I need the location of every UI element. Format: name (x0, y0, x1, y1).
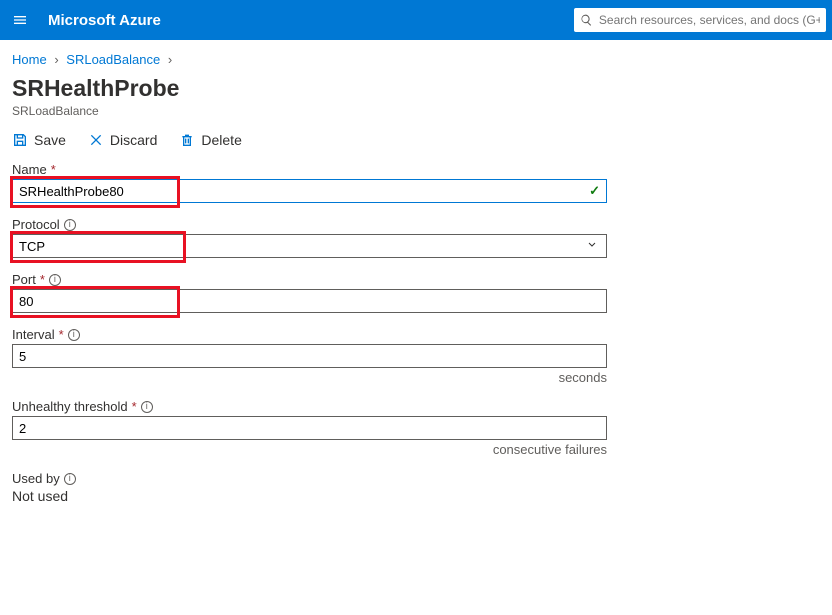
required-indicator: * (51, 162, 56, 177)
breadcrumb: Home › SRLoadBalance › (0, 40, 832, 75)
threshold-input-wrap[interactable] (12, 416, 607, 440)
search-icon (580, 13, 593, 27)
protocol-select-wrap[interactable]: TCP (12, 234, 607, 258)
top-bar: Microsoft Azure (0, 0, 832, 40)
info-icon[interactable]: i (49, 274, 61, 286)
used-by-label: Used by (12, 471, 60, 486)
close-icon (88, 132, 104, 148)
threshold-field: Unhealthy threshold * i consecutive fail… (12, 399, 608, 457)
health-probe-form: Name * ✓ Protocol i TCP Port * i (0, 156, 620, 524)
interval-input[interactable] (19, 349, 600, 364)
name-input-wrap[interactable]: ✓ (12, 179, 607, 203)
interval-input-wrap[interactable] (12, 344, 607, 368)
name-input[interactable] (19, 184, 589, 199)
global-search[interactable] (574, 8, 826, 32)
info-icon[interactable]: i (64, 473, 76, 485)
threshold-hint: consecutive failures (12, 442, 607, 457)
breadcrumb-parent[interactable]: SRLoadBalance (66, 52, 160, 67)
save-icon (12, 132, 28, 148)
global-search-input[interactable] (599, 13, 820, 27)
port-input-wrap[interactable] (12, 289, 607, 313)
breadcrumb-home[interactable]: Home (12, 52, 47, 67)
protocol-field: Protocol i TCP (12, 217, 608, 258)
name-label: Name (12, 162, 47, 177)
info-icon[interactable]: i (141, 401, 153, 413)
interval-hint: seconds (12, 370, 607, 385)
port-input[interactable] (19, 294, 600, 309)
trash-icon (179, 132, 195, 148)
interval-field: Interval * i seconds (12, 327, 608, 385)
valid-check-icon: ✓ (589, 183, 600, 199)
required-indicator: * (59, 327, 64, 342)
page-header: SRHealthProbe SRLoadBalance (0, 75, 832, 118)
used-by-field: Used by i Not used (12, 471, 608, 504)
discard-button[interactable]: Discard (88, 132, 157, 148)
protocol-label: Protocol (12, 217, 60, 232)
save-label: Save (34, 132, 66, 148)
info-icon[interactable]: i (64, 219, 76, 231)
name-field: Name * ✓ (12, 162, 608, 203)
brand-label: Microsoft Azure (48, 12, 161, 29)
discard-label: Discard (110, 132, 157, 148)
save-button[interactable]: Save (12, 132, 66, 148)
port-label: Port (12, 272, 36, 287)
page-title: SRHealthProbe (12, 75, 820, 102)
threshold-label: Unhealthy threshold (12, 399, 128, 414)
required-indicator: * (132, 399, 137, 414)
page-subtitle: SRLoadBalance (12, 104, 820, 118)
protocol-select[interactable]: TCP (19, 239, 600, 254)
menu-toggle-button[interactable] (0, 0, 40, 40)
threshold-input[interactable] (19, 421, 600, 436)
hamburger-icon (12, 12, 28, 28)
required-indicator: * (40, 272, 45, 287)
delete-button[interactable]: Delete (179, 132, 241, 148)
interval-label: Interval (12, 327, 55, 342)
info-icon[interactable]: i (68, 329, 80, 341)
chevron-right-icon: › (54, 52, 58, 67)
command-toolbar: Save Discard Delete (0, 118, 832, 156)
port-field: Port * i (12, 272, 608, 313)
chevron-right-icon: › (168, 52, 172, 67)
used-by-value: Not used (12, 488, 608, 504)
delete-label: Delete (201, 132, 241, 148)
